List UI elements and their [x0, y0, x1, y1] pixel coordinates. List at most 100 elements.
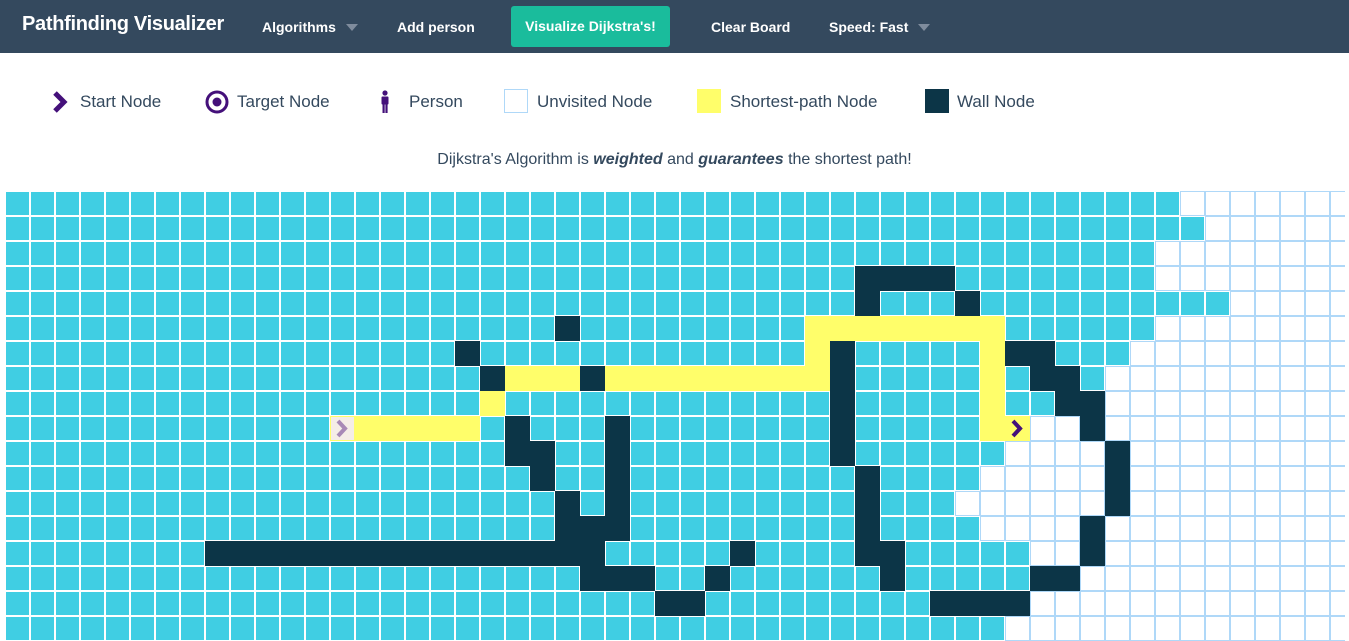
visited-node[interactable]: [205, 216, 230, 241]
visited-node[interactable]: [330, 216, 355, 241]
visited-node[interactable]: [780, 441, 805, 466]
visited-node[interactable]: [905, 216, 930, 241]
unvisited-node[interactable]: [1255, 316, 1280, 341]
visited-node[interactable]: [930, 491, 955, 516]
visited-node[interactable]: [805, 616, 830, 641]
unvisited-node[interactable]: [1155, 491, 1180, 516]
visited-node[interactable]: [255, 291, 280, 316]
wall-node[interactable]: [230, 541, 255, 566]
shortest-path-node[interactable]: [755, 366, 780, 391]
visited-node[interactable]: [155, 366, 180, 391]
visited-node[interactable]: [605, 241, 630, 266]
visited-node[interactable]: [105, 591, 130, 616]
visited-node[interactable]: [1130, 291, 1155, 316]
visited-node[interactable]: [905, 291, 930, 316]
visited-node[interactable]: [1105, 191, 1130, 216]
visited-node[interactable]: [255, 516, 280, 541]
visited-node[interactable]: [80, 216, 105, 241]
unvisited-node[interactable]: [1055, 616, 1080, 641]
visited-node[interactable]: [730, 341, 755, 366]
visited-node[interactable]: [555, 391, 580, 416]
visited-node[interactable]: [105, 541, 130, 566]
visited-node[interactable]: [155, 591, 180, 616]
visited-node[interactable]: [605, 266, 630, 291]
visited-node[interactable]: [705, 291, 730, 316]
visited-node[interactable]: [630, 291, 655, 316]
unvisited-node[interactable]: [1030, 441, 1055, 466]
unvisited-node[interactable]: [1230, 216, 1255, 241]
visited-node[interactable]: [605, 216, 630, 241]
visited-node[interactable]: [505, 591, 530, 616]
clear-board-button[interactable]: Clear Board: [711, 19, 790, 35]
shortest-path-node[interactable]: [530, 366, 555, 391]
unvisited-node[interactable]: [1205, 566, 1230, 591]
visited-node[interactable]: [180, 516, 205, 541]
unvisited-node[interactable]: [1305, 416, 1330, 441]
visited-node[interactable]: [105, 216, 130, 241]
unvisited-node[interactable]: [1055, 416, 1080, 441]
algorithms-dropdown[interactable]: Algorithms: [262, 19, 358, 35]
unvisited-node[interactable]: [1005, 516, 1030, 541]
unvisited-node[interactable]: [1205, 266, 1230, 291]
visited-node[interactable]: [730, 616, 755, 641]
visited-node[interactable]: [105, 491, 130, 516]
visited-node[interactable]: [705, 516, 730, 541]
unvisited-node[interactable]: [1305, 566, 1330, 591]
visited-node[interactable]: [1130, 191, 1155, 216]
unvisited-node[interactable]: [1330, 266, 1345, 291]
visited-node[interactable]: [205, 291, 230, 316]
unvisited-node[interactable]: [1130, 366, 1155, 391]
visited-node[interactable]: [930, 291, 955, 316]
visited-node[interactable]: [205, 391, 230, 416]
visited-node[interactable]: [755, 516, 780, 541]
visited-node[interactable]: [380, 216, 405, 241]
visited-node[interactable]: [830, 291, 855, 316]
visited-node[interactable]: [680, 266, 705, 291]
wall-node[interactable]: [605, 441, 630, 466]
visited-node[interactable]: [305, 466, 330, 491]
visited-node[interactable]: [830, 566, 855, 591]
visited-node[interactable]: [605, 191, 630, 216]
visited-node[interactable]: [55, 391, 80, 416]
visited-node[interactable]: [55, 366, 80, 391]
visited-node[interactable]: [355, 291, 380, 316]
wall-node[interactable]: [930, 266, 955, 291]
visited-node[interactable]: [355, 566, 380, 591]
visited-node[interactable]: [705, 466, 730, 491]
visited-node[interactable]: [480, 516, 505, 541]
visited-node[interactable]: [55, 316, 80, 341]
visited-node[interactable]: [705, 216, 730, 241]
visited-node[interactable]: [455, 466, 480, 491]
visited-node[interactable]: [1055, 341, 1080, 366]
unvisited-node[interactable]: [1305, 341, 1330, 366]
add-person-button[interactable]: Add person: [397, 19, 475, 35]
unvisited-node[interactable]: [1305, 516, 1330, 541]
visited-node[interactable]: [55, 466, 80, 491]
visited-node[interactable]: [480, 241, 505, 266]
visited-node[interactable]: [55, 441, 80, 466]
visited-node[interactable]: [680, 291, 705, 316]
shortest-path-node[interactable]: [430, 416, 455, 441]
wall-node[interactable]: [530, 541, 555, 566]
visited-node[interactable]: [5, 241, 30, 266]
visited-node[interactable]: [180, 241, 205, 266]
unvisited-node[interactable]: [1155, 366, 1180, 391]
visited-node[interactable]: [680, 391, 705, 416]
unvisited-node[interactable]: [1280, 366, 1305, 391]
unvisited-node[interactable]: [1230, 566, 1255, 591]
visited-node[interactable]: [480, 191, 505, 216]
visited-node[interactable]: [280, 616, 305, 641]
unvisited-node[interactable]: [1280, 591, 1305, 616]
unvisited-node[interactable]: [1155, 441, 1180, 466]
visited-node[interactable]: [30, 616, 55, 641]
visited-node[interactable]: [330, 466, 355, 491]
visited-node[interactable]: [755, 216, 780, 241]
unvisited-node[interactable]: [1230, 341, 1255, 366]
visited-node[interactable]: [905, 341, 930, 366]
unvisited-node[interactable]: [1255, 366, 1280, 391]
visited-node[interactable]: [380, 466, 405, 491]
visited-node[interactable]: [955, 516, 980, 541]
visited-node[interactable]: [1005, 391, 1030, 416]
visited-node[interactable]: [330, 616, 355, 641]
unvisited-node[interactable]: [1105, 591, 1130, 616]
